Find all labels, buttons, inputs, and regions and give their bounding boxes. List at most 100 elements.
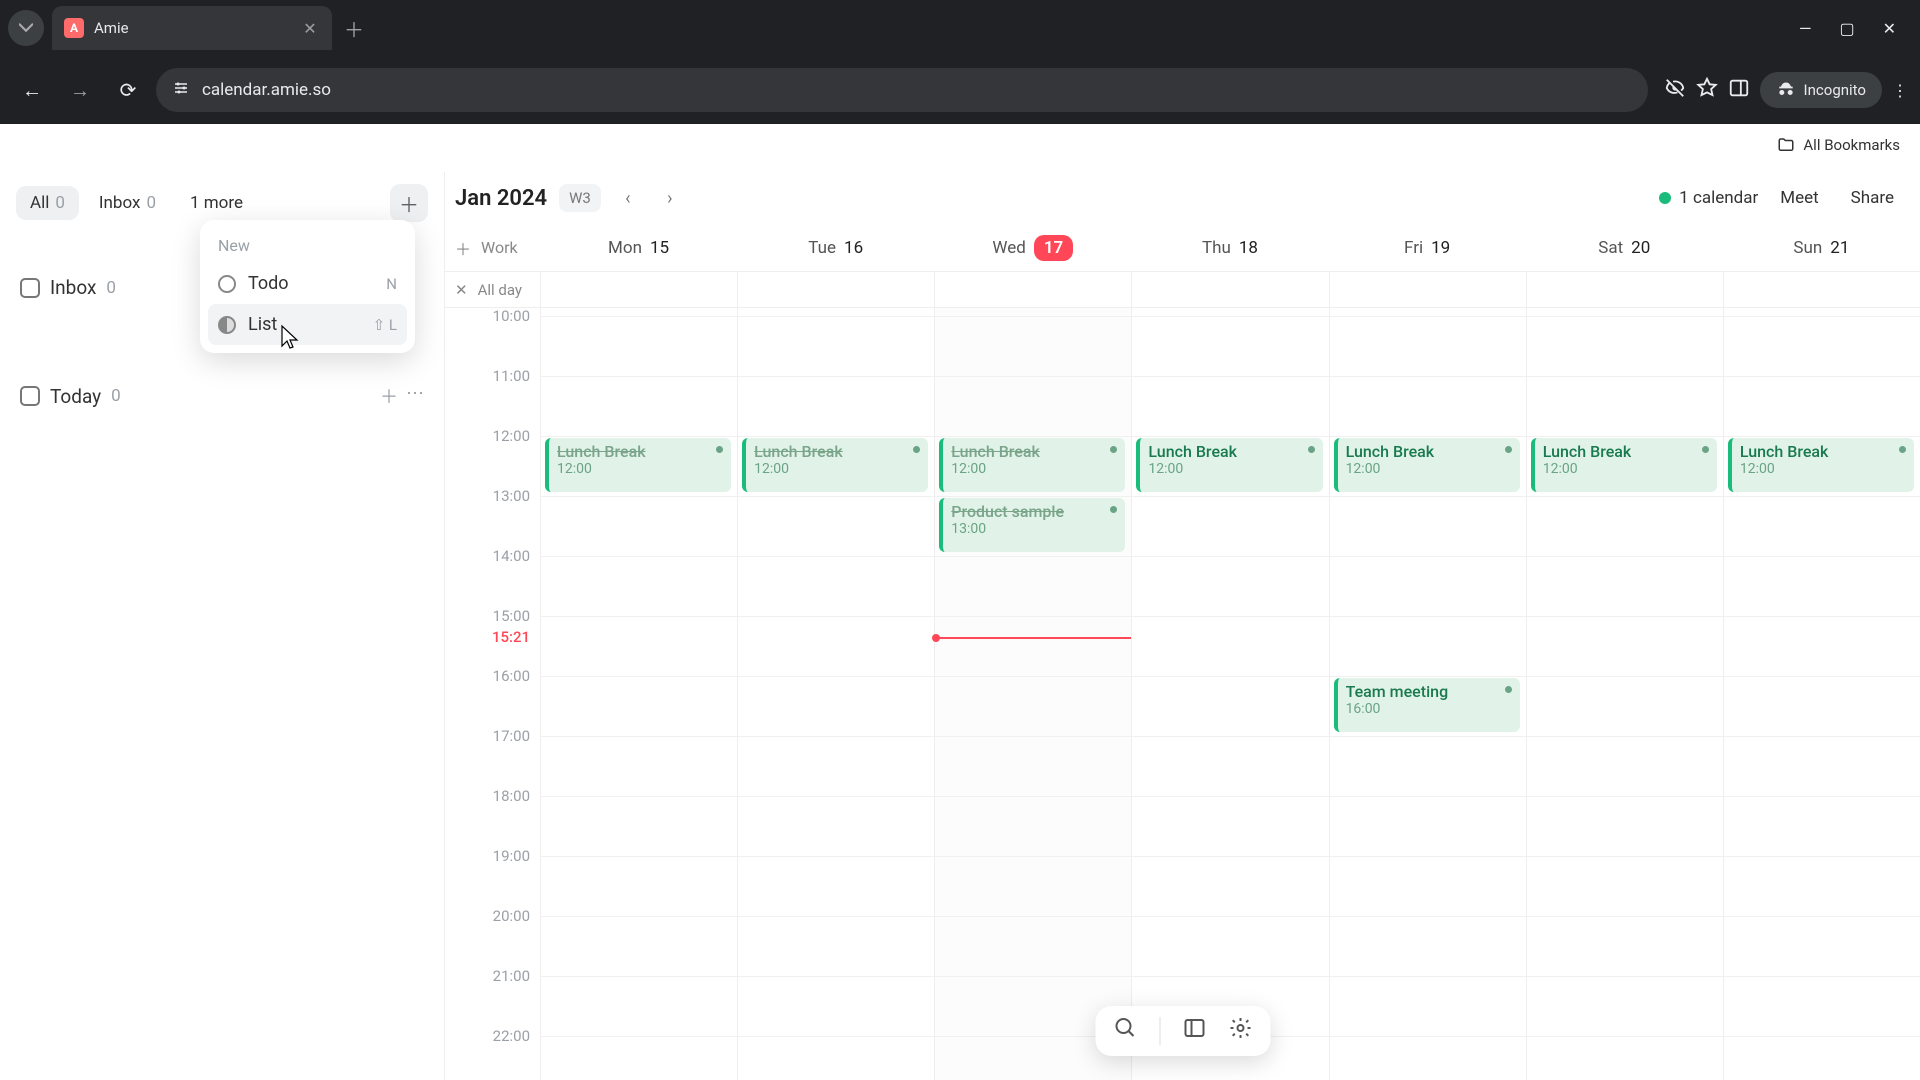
day-header[interactable]: Wed 17: [934, 235, 1131, 261]
now-time-label: 15:21: [492, 628, 530, 646]
calendar-event[interactable]: Lunch Break12:00: [1334, 438, 1520, 492]
new-menu-todo[interactable]: Todo N: [208, 263, 407, 304]
back-button[interactable]: ←: [12, 70, 52, 110]
hour-line: [1527, 976, 1723, 977]
sidebar-add-button[interactable]: ＋: [390, 184, 428, 222]
calendar-event[interactable]: Team meeting16:00: [1334, 678, 1520, 732]
hour-line: [1724, 976, 1920, 977]
calendar-event[interactable]: Lunch Break12:00: [939, 438, 1125, 492]
hour-line: [1132, 916, 1328, 917]
collapse-allday-button[interactable]: ✕: [455, 281, 468, 299]
next-week-button[interactable]: ›: [655, 183, 685, 213]
settings-button[interactable]: [1228, 1016, 1252, 1046]
day-header[interactable]: Tue 16: [737, 235, 934, 261]
gear-icon: [1228, 1016, 1252, 1040]
time-label: 21:00: [493, 967, 530, 985]
allday-cell[interactable]: [1131, 272, 1328, 307]
calendar-event[interactable]: Lunch Break12:00: [1728, 438, 1914, 492]
day-column[interactable]: Lunch Break12:00: [1526, 308, 1723, 1080]
today-more-button[interactable]: ⋯: [406, 383, 424, 409]
allday-cell[interactable]: [737, 272, 934, 307]
visibility-off-icon[interactable]: [1664, 77, 1686, 103]
prev-week-button[interactable]: ‹: [613, 183, 643, 213]
allday-cell[interactable]: [1329, 272, 1526, 307]
tab-close-button[interactable]: ✕: [300, 19, 320, 38]
event-time: 12:00: [951, 461, 1117, 477]
day-column[interactable]: Lunch Break12:00 Team meeting16:00: [1329, 308, 1526, 1080]
browser-tab[interactable]: A Amie ✕: [52, 6, 332, 50]
sidebar-section-today[interactable]: Today 0 ＋ ⋯: [0, 371, 444, 421]
calendar-event[interactable]: Product sample13:00: [939, 498, 1125, 552]
toggle-panel-button[interactable]: [1182, 1016, 1206, 1046]
calendar-grid[interactable]: 10:0011:0012:0013:0014:0015:0016:0017:00…: [445, 308, 1920, 1080]
hour-line: [738, 676, 934, 677]
hour-line: [1132, 676, 1328, 677]
calendar-event[interactable]: Lunch Break12:00: [1136, 438, 1322, 492]
day-column[interactable]: Lunch Break12:00: [540, 308, 737, 1080]
hour-line: [1527, 736, 1723, 737]
add-work-button[interactable]: ＋: [455, 236, 471, 260]
hour-line: [935, 556, 1131, 557]
minimize-button[interactable]: —: [1799, 19, 1812, 38]
sidebar-tab-all-label: All: [30, 193, 49, 213]
bookmark-star-icon[interactable]: [1696, 77, 1718, 103]
hour-line: [1527, 676, 1723, 677]
reload-button[interactable]: ⟳: [108, 70, 148, 110]
site-info-icon[interactable]: [172, 79, 190, 101]
time-label: 18:00: [493, 787, 530, 805]
time-label: 16:00: [493, 667, 530, 685]
maximize-button[interactable]: ▢: [1839, 19, 1854, 38]
sidebar-tab-more[interactable]: 1 more: [176, 186, 257, 220]
calendar-event[interactable]: Lunch Break12:00: [545, 438, 731, 492]
event-title: Lunch Break: [1740, 442, 1906, 461]
add-today-button[interactable]: ＋: [380, 383, 398, 409]
allday-cell[interactable]: [1526, 272, 1723, 307]
allday-cell[interactable]: [540, 272, 737, 307]
close-window-button[interactable]: ✕: [1883, 19, 1896, 38]
calendar-event[interactable]: Lunch Break12:00: [742, 438, 928, 492]
event-time: 12:00: [1346, 461, 1512, 477]
hour-line: [541, 556, 737, 557]
day-dow: Sun: [1793, 238, 1822, 258]
new-menu-list[interactable]: List ⇧ L: [208, 304, 407, 345]
calendar-event[interactable]: Lunch Break12:00: [1531, 438, 1717, 492]
incognito-badge[interactable]: Incognito: [1760, 72, 1882, 108]
allday-label: All day: [478, 281, 522, 299]
calendar-count[interactable]: 1 calendar: [1659, 188, 1758, 208]
hour-line: [738, 316, 934, 317]
search-icon: [1113, 1016, 1137, 1040]
search-button[interactable]: [1113, 1016, 1137, 1046]
hour-line: [1527, 556, 1723, 557]
day-header[interactable]: Thu 18: [1131, 235, 1328, 261]
day-header[interactable]: Sat 20: [1526, 235, 1723, 261]
hour-line: [1527, 316, 1723, 317]
tabs-search-button[interactable]: [8, 10, 44, 46]
day-column[interactable]: Lunch Break12:00: [1131, 308, 1328, 1080]
day-header[interactable]: Mon 15: [540, 235, 737, 261]
allday-cell[interactable]: [934, 272, 1131, 307]
day-column[interactable]: Lunch Break12:00: [1723, 308, 1920, 1080]
hour-line: [935, 796, 1131, 797]
sidebar: All 0 Inbox 0 1 more ＋ Inbox 0 Today 0 ＋: [0, 172, 445, 1080]
day-column[interactable]: Lunch Break12:00 Product sample13:00: [934, 308, 1131, 1080]
new-tab-button[interactable]: ＋: [344, 14, 364, 43]
time-label: 14:00: [493, 547, 530, 565]
share-button[interactable]: Share: [1841, 182, 1904, 214]
day-dow: Tue: [808, 238, 836, 258]
day-header[interactable]: Sun 21: [1723, 235, 1920, 261]
browser-menu-button[interactable]: ⋮: [1892, 81, 1908, 100]
time-label: 22:00: [493, 1027, 530, 1045]
allday-cell[interactable]: [1723, 272, 1920, 307]
day-num: 21: [1830, 238, 1849, 258]
calendar-title: Jan 2024: [455, 186, 547, 211]
hour-line: [1330, 736, 1526, 737]
forward-button[interactable]: →: [60, 70, 100, 110]
meet-button[interactable]: Meet: [1770, 182, 1828, 214]
day-header[interactable]: Fri 19: [1329, 235, 1526, 261]
sidebar-tab-all[interactable]: All 0: [16, 186, 79, 220]
all-bookmarks-button[interactable]: All Bookmarks: [1769, 132, 1908, 158]
address-bar[interactable]: calendar.amie.so: [156, 68, 1648, 112]
sidebar-tab-inbox[interactable]: Inbox 0: [85, 186, 170, 220]
day-column[interactable]: Lunch Break12:00: [737, 308, 934, 1080]
side-panel-icon[interactable]: [1728, 77, 1750, 103]
